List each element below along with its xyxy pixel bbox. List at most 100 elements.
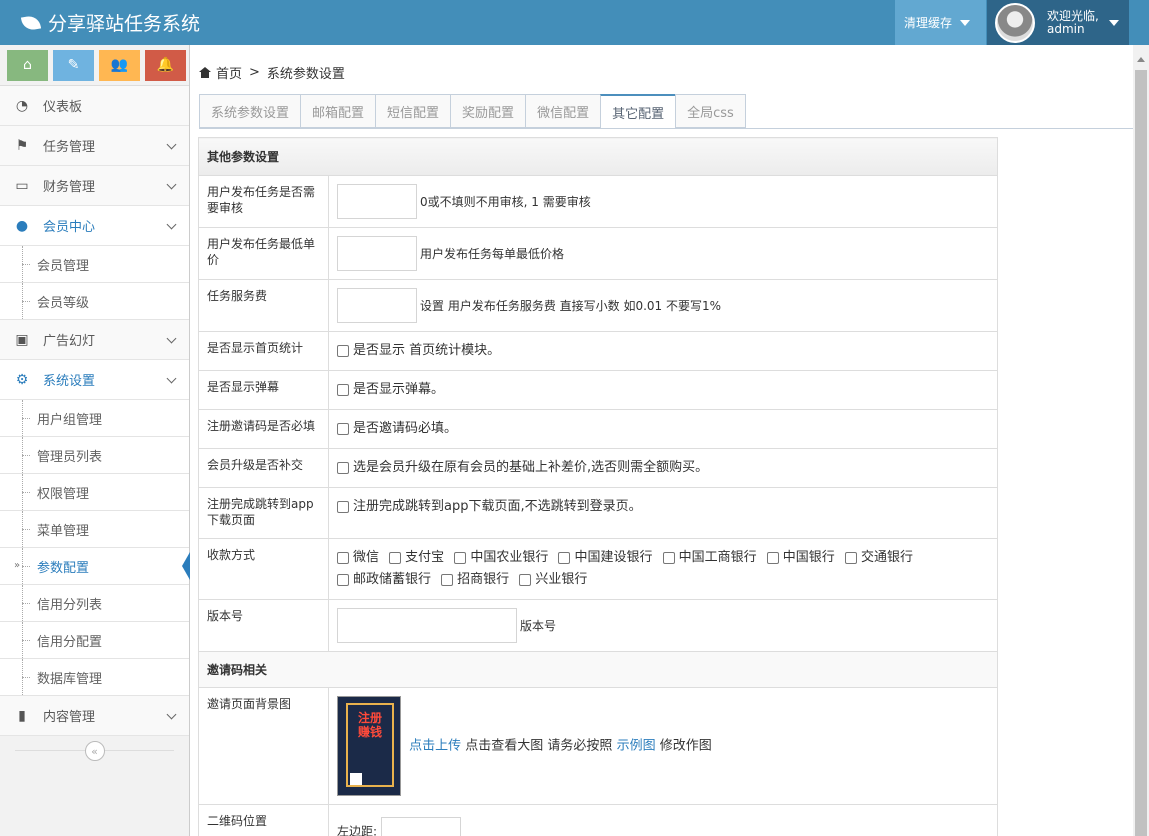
main-content: 首页 > 系统参数设置 系统参数设置 邮箱配置 短信配置 奖励配置 微信配置 其…	[190, 45, 1133, 836]
checkbox[interactable]	[766, 551, 779, 564]
welcome-text: 欢迎光临,	[1047, 8, 1099, 23]
scroll-up-icon[interactable]	[1137, 57, 1145, 62]
tab-global-css[interactable]: 全局css	[675, 94, 746, 128]
sidebar-item-label: 财务管理	[43, 180, 96, 195]
checkbox-label: 是否邀请码必填。	[353, 421, 458, 436]
sidebar-item-content[interactable]: ▮ 内容管理	[0, 696, 189, 736]
checkbox[interactable]	[519, 573, 532, 586]
field-label: 会员升级是否补交	[198, 448, 329, 488]
form-row: 注册完成跳转到app下载页面 注册完成跳转到app下载页面,不选跳转到登录页。	[198, 487, 998, 539]
field-cell: 是否显示弹幕。	[328, 370, 998, 410]
breadcrumb-current: 系统参数设置	[266, 67, 345, 82]
option-label: 支付宝	[405, 550, 445, 565]
pencil-shortcut-button[interactable]: ✎	[53, 49, 94, 81]
checkbox[interactable]	[337, 573, 349, 586]
field-cell: 注册完成跳转到app下载页面,不选跳转到登录页。	[328, 487, 998, 539]
sidebar-item-ads[interactable]: ▣ 广告幻灯	[0, 320, 189, 360]
example-link[interactable]: 示例图	[617, 739, 656, 754]
dashboard-icon: ◔	[15, 97, 29, 114]
option-label: 邮政储蓄银行	[353, 572, 432, 587]
sidebar-subitem-permissions[interactable]: 权限管理	[0, 474, 189, 511]
option-label: 交通银行	[860, 550, 913, 565]
payment-option[interactable]: 交通银行	[844, 547, 913, 569]
app-brand[interactable]: 分享驿站任务系统	[20, 9, 200, 36]
sidebar-subitem-database[interactable]: 数据库管理	[0, 659, 189, 696]
upload-link[interactable]: 点击上传	[409, 739, 461, 754]
chevron-down-icon	[166, 333, 177, 344]
breadcrumb: 首页 > 系统参数设置	[199, 63, 345, 82]
pencil-icon: ✎	[67, 57, 80, 73]
field-cell: 是否邀请码必填。	[328, 409, 998, 449]
tab-other-config[interactable]: 其它配置	[600, 94, 676, 129]
picture-icon: ▣	[15, 331, 29, 348]
upgrade-checkbox[interactable]	[337, 461, 349, 474]
tab-sms-config[interactable]: 短信配置	[375, 94, 451, 128]
clear-cache-dropdown[interactable]: 清理缓存	[895, 0, 986, 45]
payment-option[interactable]: 中国工商银行	[662, 547, 757, 569]
payment-option[interactable]: 中国银行	[766, 547, 835, 569]
form-row: 用户发布任务最低单价 用户发布任务每单最低价格	[198, 227, 998, 280]
sidebar-item-tasks[interactable]: ⚑ 任务管理	[0, 126, 189, 166]
checkbox[interactable]	[454, 551, 467, 564]
inbox-icon: ▭	[15, 177, 29, 194]
sidebar-subitem-label: 会员等级	[37, 295, 90, 311]
payment-option[interactable]: 中国建设银行	[558, 547, 652, 569]
sidebar-item-label: 仪表板	[43, 100, 83, 115]
vertical-scrollbar[interactable]	[1133, 45, 1149, 836]
checkbox[interactable]	[389, 551, 402, 564]
breadcrumb-home[interactable]: 首页	[216, 63, 242, 82]
checkbox[interactable]	[662, 551, 675, 564]
payment-option[interactable]: 招商银行	[441, 569, 509, 591]
field-cell: 是否显示 首页统计模块。	[328, 331, 998, 371]
sidebar-item-dashboard[interactable]: ◔ 仪表板	[0, 86, 189, 126]
checkbox[interactable]	[337, 551, 349, 564]
payment-option[interactable]: 中国农业银行	[454, 547, 548, 569]
bell-icon: 🔔	[156, 57, 175, 73]
sidebar-collapse-button[interactable]: «	[84, 741, 105, 761]
sidebar-item-system[interactable]: ⚙ 系统设置	[0, 360, 189, 400]
poster-text: 注册赚钱	[357, 711, 382, 739]
payment-option[interactable]: 兴业银行	[519, 569, 587, 591]
sidebar-subitem-usergroup[interactable]: 用户组管理	[0, 400, 189, 437]
option-label: 兴业银行	[535, 572, 588, 587]
sidebar-subitem-credit-list[interactable]: 信用分列表	[0, 585, 189, 622]
tab-email-config[interactable]: 邮箱配置	[300, 94, 376, 128]
bell-shortcut-button[interactable]: 🔔	[145, 49, 186, 81]
scrollbar-thumb[interactable]	[1135, 70, 1147, 836]
user-menu[interactable]: 欢迎光临, admin	[987, 0, 1129, 45]
home-stats-checkbox[interactable]	[337, 344, 349, 357]
field-label: 邀请页面背景图	[198, 687, 329, 805]
home-shortcut-button[interactable]: ⌂	[7, 49, 48, 81]
tab-wechat-config[interactable]: 微信配置	[525, 94, 601, 128]
invite-required-checkbox[interactable]	[337, 422, 349, 435]
service-fee-input[interactable]	[337, 288, 417, 323]
sidebar-subitem-params[interactable]: » 参数配置	[0, 548, 190, 585]
field-hint: 设置 用户发布任务服务费 直接写小数 如0.01 不要写1%	[420, 299, 722, 313]
audit-input[interactable]	[337, 184, 417, 219]
users-shortcut-button[interactable]: 👥	[99, 49, 140, 81]
tab-reward-config[interactable]: 奖励配置	[450, 94, 526, 128]
sidebar-subitem-menu[interactable]: 菜单管理	[0, 511, 189, 548]
sidebar-subitem-member-level[interactable]: 会员等级	[0, 283, 189, 320]
left-margin-input[interactable]	[380, 817, 461, 836]
sidebar-subitem-label: 管理员列表	[37, 449, 103, 465]
sidebar-subitem-admin-list[interactable]: 管理员列表	[0, 437, 189, 474]
payment-option[interactable]: 邮政储蓄银行	[337, 569, 431, 591]
payment-option[interactable]: 微信	[337, 547, 379, 569]
sidebar-item-members[interactable]: ● 会员中心	[0, 206, 189, 246]
tab-system-params[interactable]: 系统参数设置	[199, 94, 301, 128]
app-redirect-checkbox[interactable]	[337, 500, 349, 513]
invite-background-thumbnail[interactable]: 注册赚钱	[337, 696, 401, 796]
sidebar-item-finance[interactable]: ▭ 财务管理	[0, 166, 189, 206]
sidebar-subitem-member-manage[interactable]: 会员管理	[0, 246, 189, 283]
checkbox[interactable]	[441, 573, 454, 586]
min-price-input[interactable]	[337, 236, 417, 271]
checkbox[interactable]	[558, 551, 571, 564]
checkbox[interactable]	[844, 551, 857, 564]
flag-icon: ⚑	[15, 137, 29, 154]
payment-option[interactable]: 支付宝	[389, 547, 444, 569]
version-input[interactable]	[337, 608, 517, 643]
sidebar-subitem-credit-config[interactable]: 信用分配置	[0, 622, 189, 659]
danmu-checkbox[interactable]	[337, 383, 349, 396]
sidebar-item-label: 会员中心	[43, 220, 96, 235]
